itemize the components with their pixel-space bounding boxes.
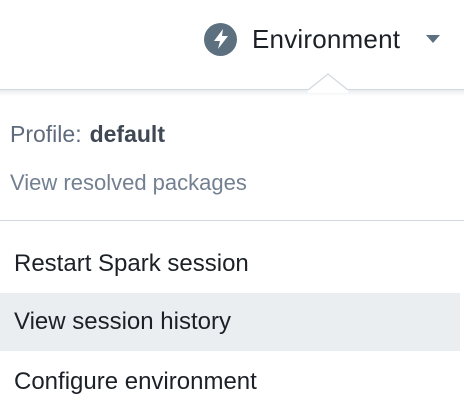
profile-label: Profile: [10,121,82,147]
view-resolved-packages-link[interactable]: View resolved packages [10,170,247,196]
popover-shadow [0,90,464,96]
menu-item-view-session-history[interactable]: View session history [0,293,460,351]
lightning-bolt-icon [204,22,237,56]
caret-down-icon [426,35,440,43]
environment-button[interactable]: Environment [204,18,454,60]
menu-divider [0,220,464,221]
menu-item-restart-spark-session[interactable]: Restart Spark session [0,235,460,293]
menu-item-label: View session history [14,308,231,335]
profile-row: Profile: default [10,121,165,148]
environment-popover-screen: Environment Profile: default View resolve… [0,0,464,416]
environment-label: Environment [252,23,401,54]
menu-item-configure-environment[interactable]: Configure environment [0,353,460,411]
profile-value: default [89,121,165,147]
popover-arrow [308,73,348,93]
menu-item-label: Restart Spark session [14,250,249,277]
menu-item-label: Configure environment [14,368,257,395]
